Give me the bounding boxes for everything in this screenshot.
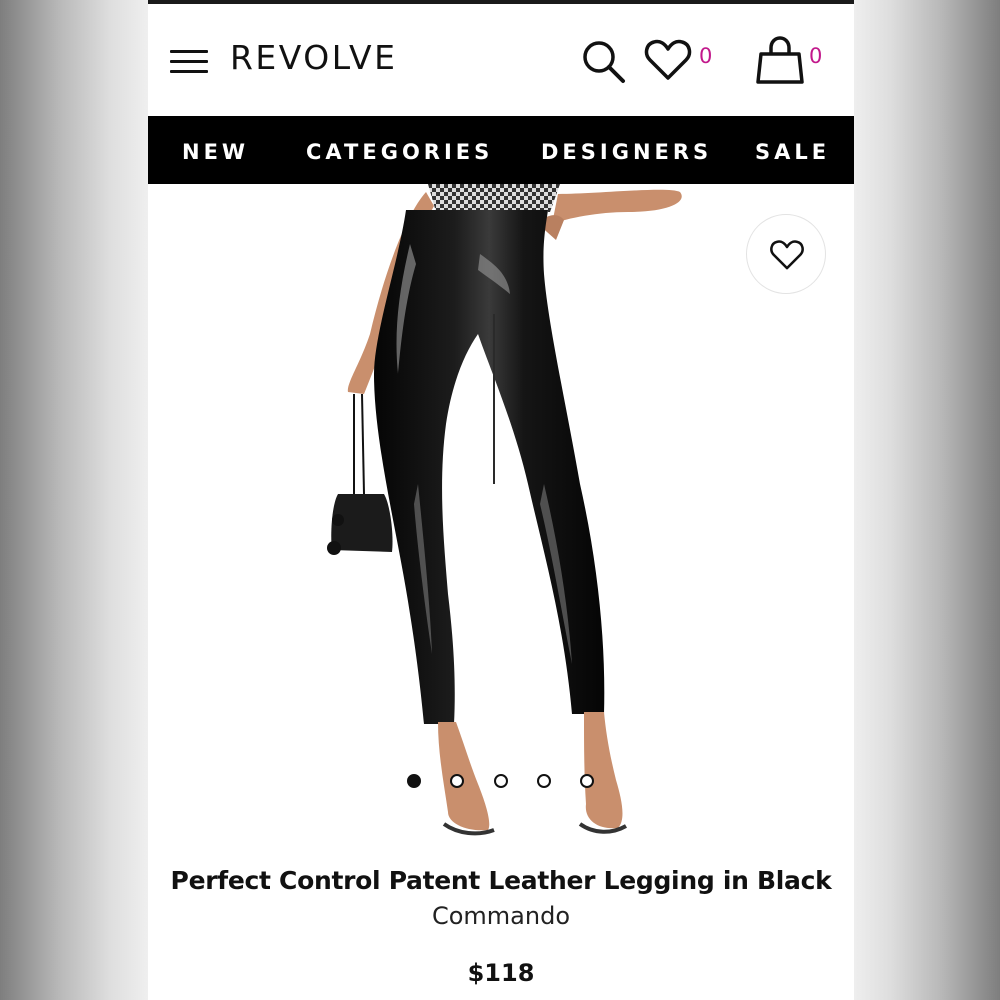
product-page: REVOLVE 0 0 NEW CATEGORIES DESIGNERS SAL… — [148, 0, 854, 1000]
product-photo — [327, 184, 682, 836]
product-title: Perfect Control Patent Leather Legging i… — [170, 866, 832, 895]
nav-categories[interactable]: CATEGORIES — [306, 140, 493, 164]
search-icon[interactable] — [580, 38, 628, 86]
bag-count: 0 — [809, 44, 823, 68]
carousel-indicator — [148, 774, 854, 794]
carousel-dot-4[interactable] — [537, 774, 551, 788]
product-price: $118 — [467, 959, 535, 987]
favorite-heart-button[interactable] — [746, 214, 826, 294]
product-image-carousel[interactable] — [148, 184, 854, 856]
carousel-dot-3[interactable] — [494, 774, 508, 788]
wishlist-count: 0 — [699, 44, 713, 68]
carousel-dot-1[interactable] — [407, 774, 421, 788]
nav-new[interactable]: NEW — [182, 140, 249, 164]
nav-sale[interactable]: SALE — [755, 140, 830, 164]
carousel-dot-5[interactable] — [580, 774, 594, 788]
menu-icon[interactable] — [170, 50, 208, 74]
logo[interactable]: REVOLVE — [230, 38, 397, 77]
wishlist-heart-icon[interactable] — [644, 38, 692, 82]
nav-designers[interactable]: DESIGNERS — [541, 140, 712, 164]
shopping-bag-icon[interactable] — [756, 36, 804, 86]
carousel-dot-2[interactable] — [450, 774, 464, 788]
main-nav: NEW CATEGORIES DESIGNERS SALE — [148, 116, 854, 184]
header: REVOLVE 0 0 — [148, 8, 854, 112]
product-brand[interactable]: Commando — [148, 902, 854, 930]
heart-icon — [770, 240, 804, 270]
